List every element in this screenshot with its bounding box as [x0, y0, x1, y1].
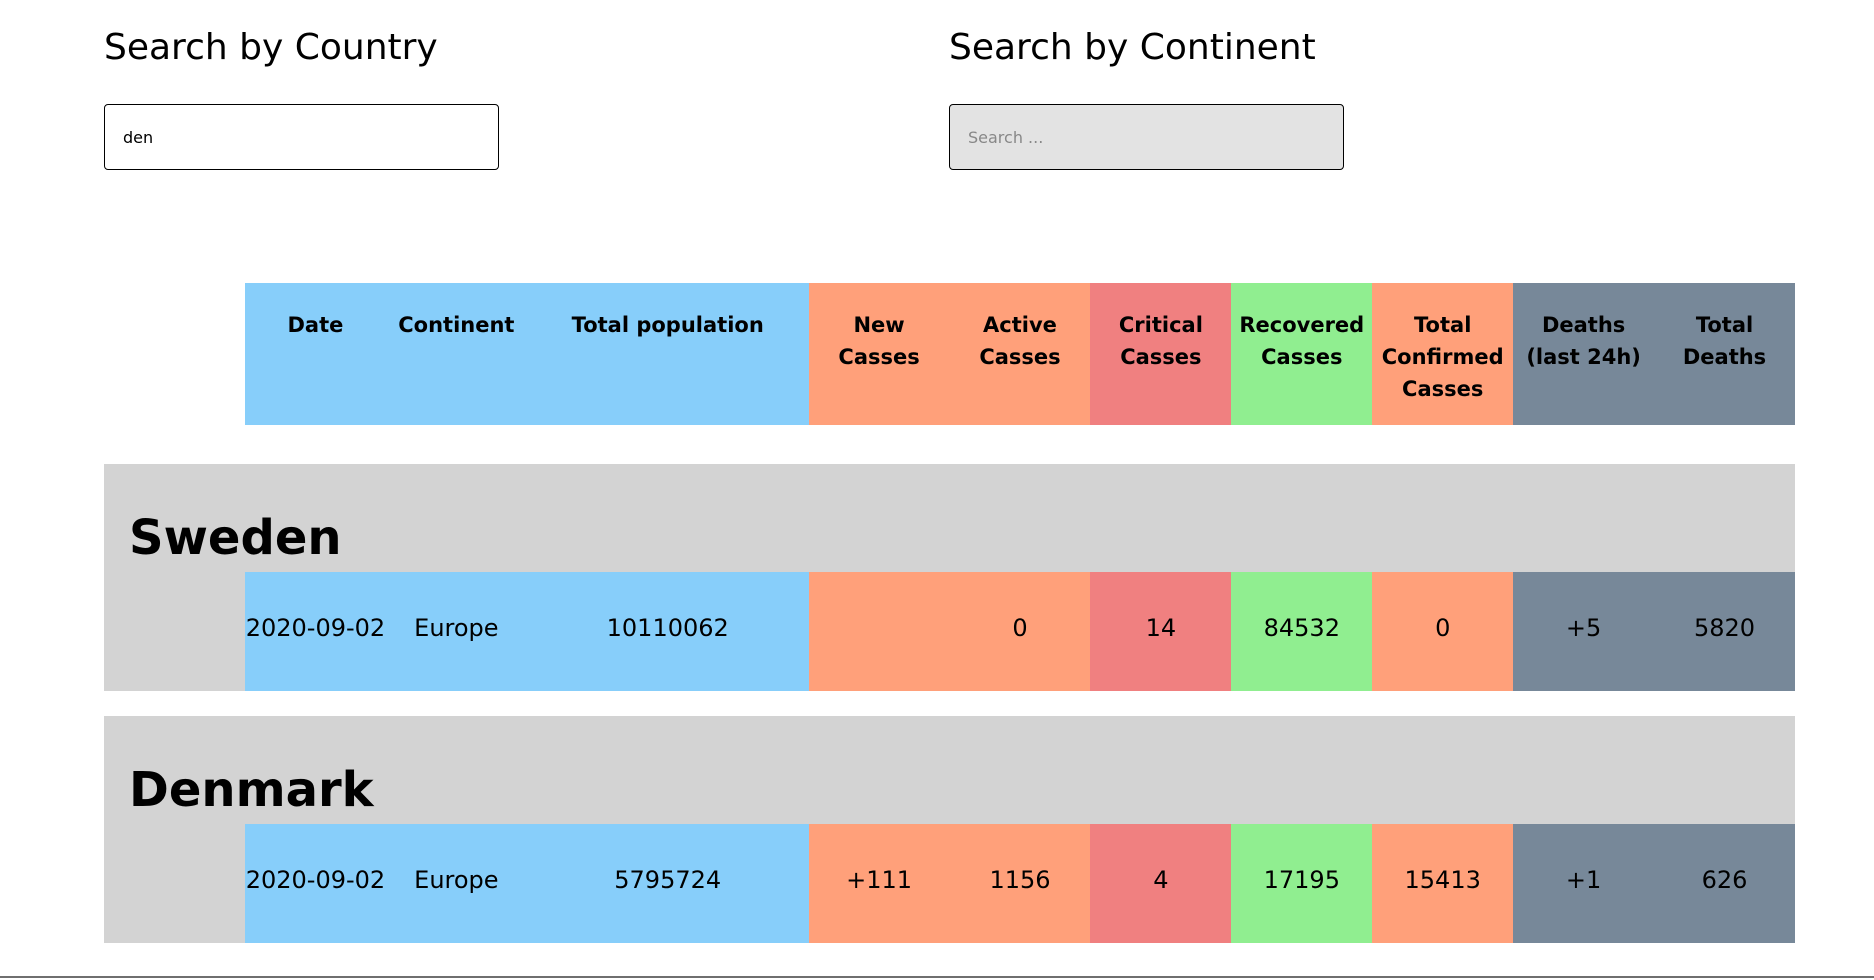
header-critical-cases: Critical Casses	[1090, 283, 1232, 425]
country-card-denmark: Denmark 2020-09-02 Europe 5795724 +111 1…	[104, 716, 1795, 943]
cell-active-cases: 1156	[949, 824, 1091, 943]
cell-recovered-cases: 84532	[1231, 572, 1373, 691]
cell-continent: Europe	[385, 824, 527, 943]
header-total-deaths: Total Deaths	[1654, 283, 1795, 425]
cell-deaths-last-24h: +5	[1513, 572, 1655, 691]
cell-total-deaths: 5820	[1654, 572, 1795, 691]
cell-date: 2020-09-02	[245, 824, 386, 943]
cell-total-population: 5795724	[526, 824, 809, 943]
header-total-confirmed-cases: Total Confirmed Casses	[1372, 283, 1514, 425]
header-new-cases: New Casses	[808, 283, 950, 425]
country-name: Sweden	[129, 510, 342, 566]
cell-active-cases: 0	[949, 572, 1091, 691]
cell-critical-cases: 4	[1090, 824, 1232, 943]
cell-new-cases: +111	[808, 824, 950, 943]
cell-total-confirmed-cases: 0	[1372, 572, 1514, 691]
cell-date: 2020-09-02	[245, 572, 386, 691]
cell-total-population: 10110062	[526, 572, 809, 691]
search-country-title: Search by Country	[104, 27, 438, 68]
header-active-cases: Active Casses	[949, 283, 1091, 425]
cell-total-deaths: 626	[1654, 824, 1795, 943]
search-continent-title: Search by Continent	[949, 27, 1316, 68]
header-date: Date	[245, 283, 386, 425]
header-total-population: Total population	[526, 283, 809, 425]
cell-new-cases	[808, 572, 950, 691]
country-card-sweden: Sweden 2020-09-02 Europe 10110062 0 14 8…	[104, 464, 1795, 691]
table-row: 2020-09-02 Europe 5795724 +111 1156 4 17…	[245, 824, 1795, 943]
header-continent: Continent	[385, 283, 527, 425]
page: Search by Country Search by Continent Da…	[0, 0, 1874, 980]
header-deaths-last-24h: Deaths (last 24h)	[1513, 283, 1655, 425]
continent-search-input[interactable]	[949, 104, 1344, 170]
cell-critical-cases: 14	[1090, 572, 1232, 691]
country-name: Denmark	[129, 762, 374, 818]
cell-total-confirmed-cases: 15413	[1372, 824, 1514, 943]
country-search-input[interactable]	[104, 104, 499, 170]
cell-continent: Europe	[385, 572, 527, 691]
header-recovered-cases: Recovered Casses	[1231, 283, 1373, 425]
table-row: 2020-09-02 Europe 10110062 0 14 84532 0 …	[245, 572, 1795, 691]
cell-recovered-cases: 17195	[1231, 824, 1373, 943]
bottom-divider	[0, 976, 1874, 978]
table-header: Date Continent Total population New Cass…	[245, 283, 1795, 425]
cell-deaths-last-24h: +1	[1513, 824, 1655, 943]
